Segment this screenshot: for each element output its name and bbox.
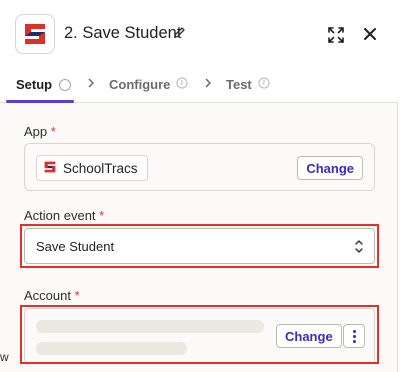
action-event-value: Save Student (36, 239, 115, 254)
active-tab-indicator (6, 100, 74, 103)
pending-clock-icon (176, 77, 188, 92)
required-marker: * (50, 124, 56, 139)
required-marker: * (99, 208, 105, 223)
required-marker: * (74, 288, 80, 303)
action-event-label-text: Action event (24, 208, 96, 223)
loading-placeholder (36, 320, 264, 333)
selected-app-name: SchoolTracs (63, 160, 138, 176)
step-tabs: Setup Configure Test (0, 68, 398, 103)
expand-icon[interactable] (327, 26, 345, 49)
account-selector: Change (24, 308, 375, 364)
action-event-select[interactable]: Save Student (24, 228, 375, 264)
panel-header: 2. Save Student (0, 0, 398, 68)
step-title: 2. Save Student (64, 24, 182, 42)
account-label-text: Account (24, 288, 71, 303)
loading-placeholder (36, 342, 187, 355)
step-editor-panel: 2. Save Student Setup Configure Test App… (0, 0, 398, 372)
tab-configure[interactable]: Configure (109, 77, 188, 92)
selected-app-chip: SchoolTracs (36, 155, 148, 181)
action-event-field-label: Action event * (24, 208, 104, 223)
tab-test[interactable]: Test (226, 77, 270, 92)
change-account-button[interactable]: Change (276, 324, 342, 348)
app-field-label: App * (24, 124, 56, 139)
tab-configure-label: Configure (109, 77, 171, 92)
app-label-text: App (24, 124, 48, 139)
chevron-right-icon (87, 77, 95, 92)
tab-setup-label: Setup (16, 77, 53, 92)
change-app-button[interactable]: Change (297, 156, 363, 180)
account-field-label: Account * (24, 288, 80, 303)
select-arrows-icon (354, 239, 364, 259)
app-logo (15, 14, 55, 54)
edit-title-pencil-icon[interactable] (173, 26, 186, 44)
tab-test-label: Test (226, 77, 252, 92)
close-icon[interactable] (362, 26, 378, 47)
schooltracs-logo-icon (25, 24, 45, 44)
more-options-icon[interactable] (343, 324, 365, 348)
incomplete-status-icon (59, 78, 72, 91)
tab-setup[interactable]: Setup (16, 77, 72, 92)
pending-clock-icon (258, 77, 270, 92)
schooltracs-logo-icon (43, 160, 57, 177)
app-selector: SchoolTracs Change (24, 143, 375, 191)
chevron-right-icon (204, 77, 212, 92)
background-text-fragment: w (0, 350, 9, 364)
